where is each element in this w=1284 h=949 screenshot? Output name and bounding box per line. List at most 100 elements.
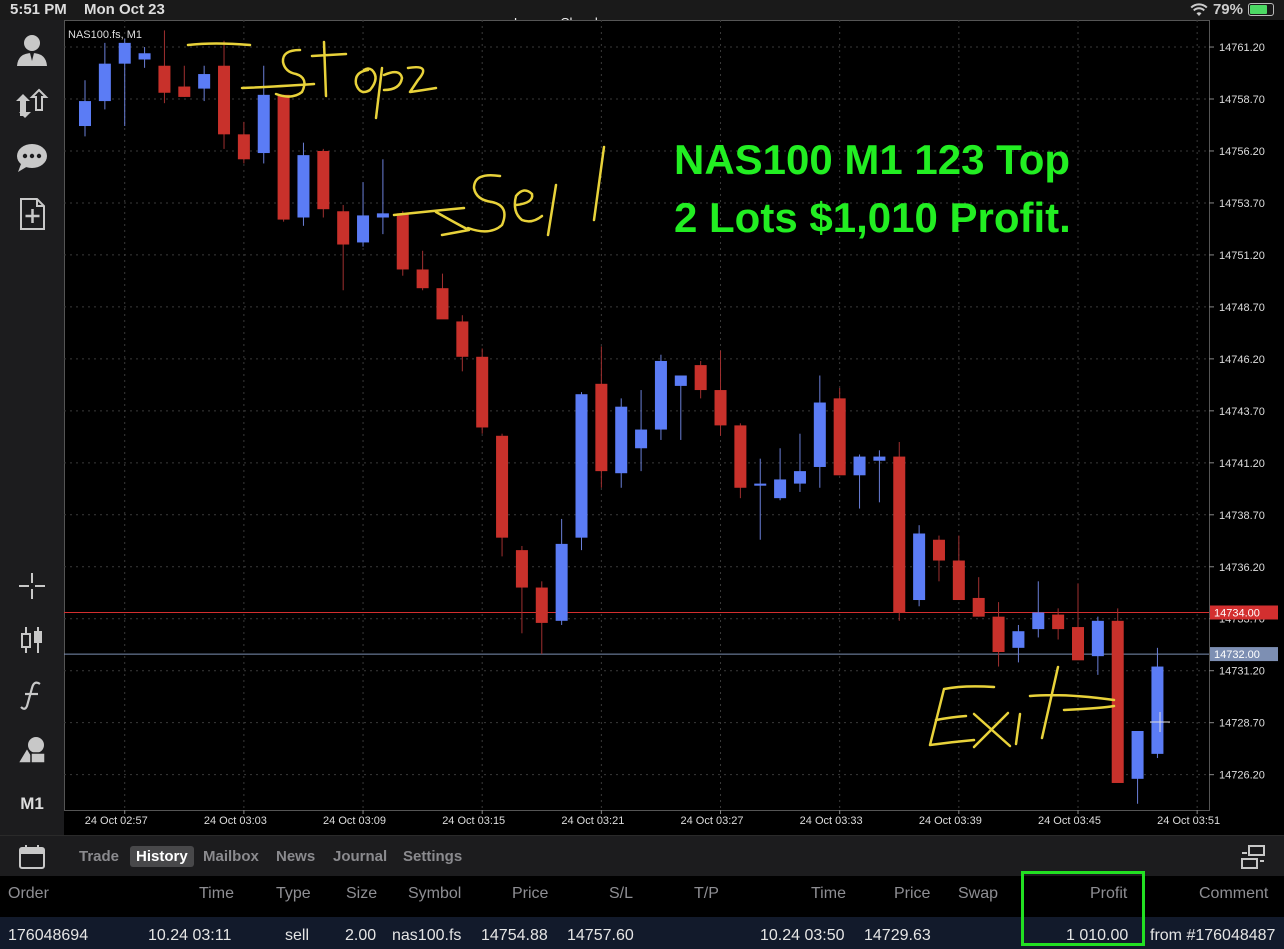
table-row[interactable]: 176048694 10.24 03:11 sell 2.00 nas100.f… (0, 917, 1284, 949)
tab-journal[interactable]: Journal (327, 846, 393, 867)
candle-body (1151, 666, 1164, 754)
candle-body (218, 65, 231, 135)
candle-body (515, 550, 528, 588)
candle-body (138, 53, 151, 60)
candle-body (198, 74, 211, 89)
col-time[interactable]: Time (199, 885, 234, 903)
crosshair-icon[interactable] (12, 566, 52, 606)
y-tick-label: 14756.20 (1219, 146, 1265, 158)
indicators-icon[interactable] (12, 675, 52, 715)
account-icon[interactable] (12, 30, 52, 70)
col-price[interactable]: Price (512, 885, 548, 903)
candle (317, 148, 330, 218)
x-tick-label: 24 Oct 03:03 (204, 815, 267, 827)
col-profit[interactable]: Profit (1090, 885, 1127, 903)
candle-body (1052, 614, 1065, 630)
bottom-toolbar: Trade History Mailbox News Journal Setti… (0, 835, 1284, 877)
candle-body (853, 456, 866, 476)
cell-time: 10.24 03:11 (148, 927, 232, 944)
candle-body (456, 321, 469, 357)
chat-icon[interactable] (12, 138, 52, 178)
candle-body (1032, 612, 1045, 630)
candle-body (972, 597, 985, 617)
tab-history[interactable]: History (130, 846, 194, 867)
col-tp[interactable]: T/P (694, 885, 719, 903)
tab-trade[interactable]: Trade (73, 846, 125, 867)
candle-body (98, 63, 111, 102)
tab-settings[interactable]: Settings (397, 846, 468, 867)
candle (893, 442, 906, 621)
wifi-icon (1190, 2, 1208, 16)
status-indicators: 79% (1190, 1, 1274, 18)
battery-icon (1248, 3, 1274, 16)
layout-icon[interactable] (1240, 844, 1266, 875)
x-tick-label: 24 Oct 02:57 (85, 815, 148, 827)
candle (297, 142, 310, 226)
col-close-price[interactable]: Price (894, 885, 930, 903)
objects-icon[interactable] (12, 730, 52, 770)
candle-body (237, 134, 250, 160)
x-tick-label: 24 Oct 03:51 (1157, 815, 1220, 827)
candle-body (118, 42, 131, 64)
y-tick-label: 14743.70 (1219, 406, 1265, 418)
chart-symbol-label: NAS100.fs, M1 (68, 29, 142, 41)
battery-percent: 79% (1212, 1, 1243, 18)
candle-body (952, 560, 965, 601)
chart-type-icon[interactable] (12, 620, 52, 660)
new-order-icon[interactable] (12, 194, 52, 234)
candle-body (833, 398, 846, 476)
y-tick-label: 14761.20 (1219, 42, 1265, 54)
tab-mailbox[interactable]: Mailbox (197, 846, 265, 867)
cell-close-price: 14729.63 (864, 927, 931, 944)
timeframe-label: M1 (20, 794, 44, 813)
y-tick-label: 14758.70 (1219, 94, 1265, 106)
candle-body (496, 435, 509, 538)
candle (277, 94, 290, 222)
y-tick-label: 14726.20 (1219, 770, 1265, 782)
timeframe-button[interactable]: M1 (12, 784, 52, 824)
col-sl[interactable]: S/L (609, 885, 633, 903)
candle-body (317, 150, 330, 210)
cell-profit: 1 010.00 (1066, 927, 1129, 944)
candle (734, 423, 747, 499)
col-size[interactable]: Size (346, 885, 377, 903)
candle-body (436, 288, 449, 320)
x-tick-label: 24 Oct 03:33 (800, 815, 863, 827)
price-chart[interactable]: 14726.20 14728.70 14731.20 14733.70 14736.20… (64, 20, 1284, 835)
candle-body (277, 94, 290, 220)
headline-line-2: 2 Lots $1,010 Profit. (674, 194, 1071, 241)
candle-body (734, 425, 747, 488)
candle-body (575, 394, 588, 538)
candle-body (257, 94, 270, 154)
candle-body (674, 375, 687, 386)
headline-line-1: NAS100 M1 123 Top (674, 136, 1070, 183)
col-symbol[interactable]: Symbol (408, 885, 461, 903)
col-comment[interactable]: Comment (1199, 885, 1268, 903)
col-swap[interactable]: Swap (958, 885, 998, 903)
history-table-header: Order Time Type Size Symbol Price S/L T/… (0, 876, 1284, 916)
y-tick-label: 14751.20 (1219, 250, 1265, 262)
cell-comment: from #176048487 (1150, 927, 1276, 944)
calendar-icon[interactable] (18, 844, 46, 875)
col-type[interactable]: Type (276, 885, 311, 903)
y-tick-label: 14738.70 (1219, 510, 1265, 522)
candle-body (476, 356, 489, 428)
candle (575, 392, 588, 551)
candle-body (694, 365, 707, 391)
candle-body (158, 65, 171, 93)
price-tag-label: 14732.00 (1214, 649, 1260, 661)
candle-body (357, 215, 370, 243)
candle-body (774, 479, 787, 499)
x-tick-label: 24 Oct 03:27 (681, 815, 744, 827)
y-tick-label: 14736.20 (1219, 562, 1265, 574)
tab-news[interactable]: News (270, 846, 321, 867)
tool-sidebar: M1 (0, 20, 64, 835)
trade-arrows-icon[interactable] (12, 84, 52, 124)
candle-body (992, 616, 1005, 652)
candle-body (555, 543, 568, 621)
candlestick-chart[interactable]: 14726.2014728.7014731.2014733.7014736.20… (64, 20, 1284, 835)
col-close-time[interactable]: Time (811, 885, 846, 903)
col-order[interactable]: Order (8, 885, 49, 903)
x-tick-label: 24 Oct 03:15 (442, 815, 505, 827)
candle-body (873, 456, 886, 461)
